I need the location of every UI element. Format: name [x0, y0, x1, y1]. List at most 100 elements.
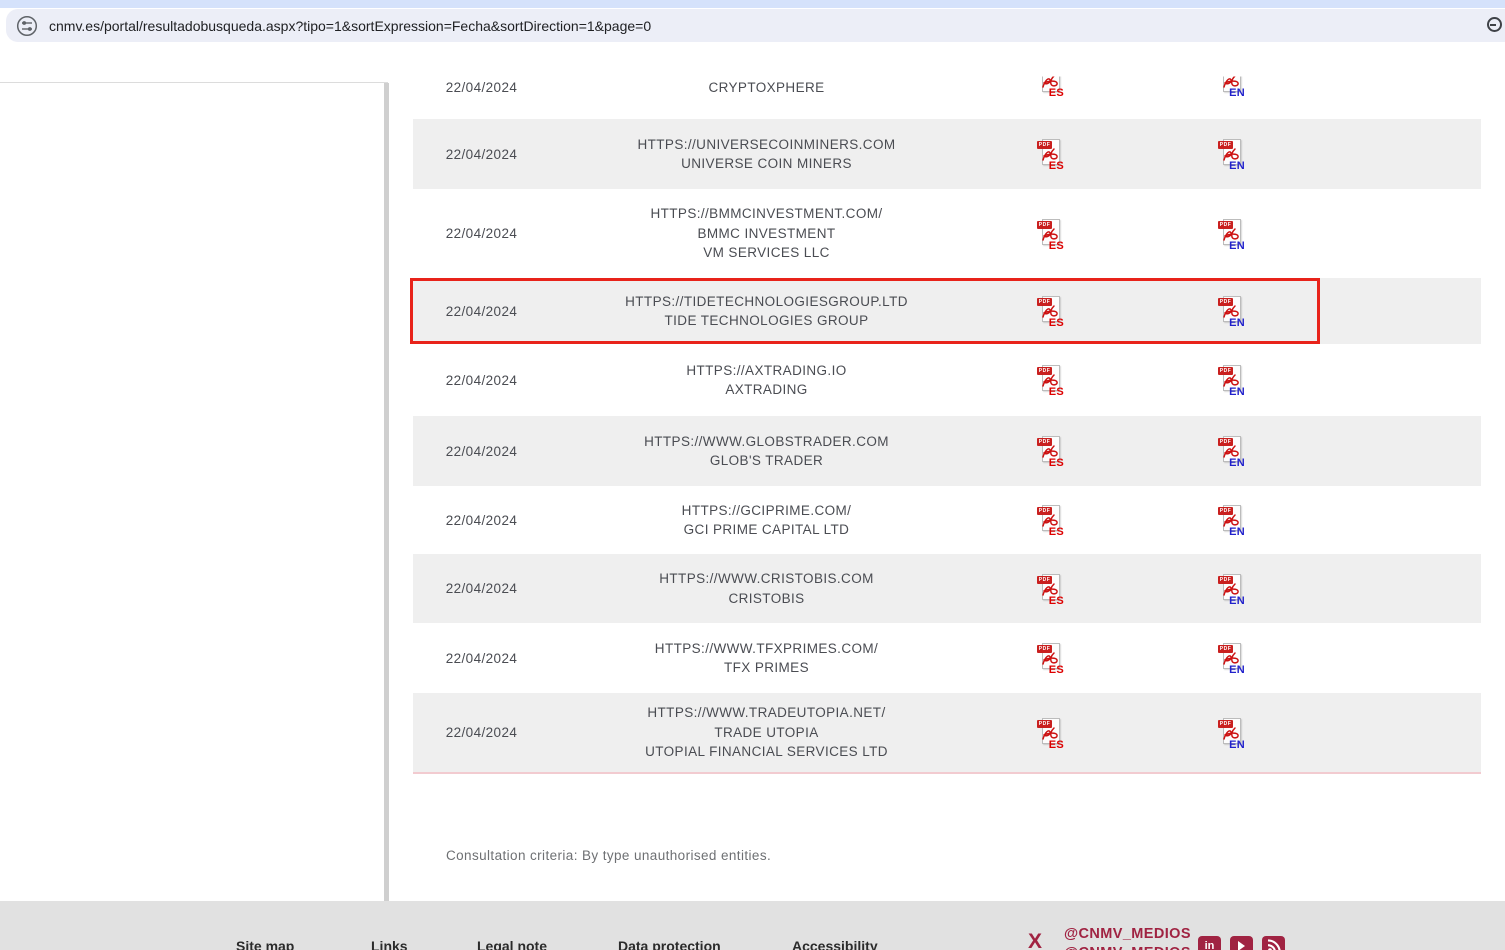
row-entity: HTTPS://TIDETECHNOLOGIESGROUP.LTDTIDE TE… — [550, 292, 983, 331]
table-row[interactable]: 22/04/2024HTTPS://AXTRADING.IOAXTRADINGP… — [413, 344, 1481, 416]
row-entity-line: HTTPS://WWW.GLOBSTRADER.COM — [550, 432, 983, 452]
row-pdf-es-cell: PDFES — [983, 502, 1117, 538]
table-row[interactable]: 22/04/2024HTTPS://WWW.CRISTOBIS.COMCRIST… — [413, 554, 1481, 623]
row-entity-line: TFX PRIMES — [550, 658, 983, 678]
site-settings-icon[interactable] — [16, 15, 38, 37]
row-date: 22/04/2024 — [413, 725, 550, 740]
footer-link-data-protection[interactable]: Data protection — [618, 938, 721, 950]
twitter-handle[interactable]: @CNMV_MEDIOS — [1064, 926, 1191, 942]
table-row[interactable]: 22/04/2024HTTPS://WWW.TFXPRIMES.COM/TFX … — [413, 623, 1481, 693]
pdf-lang-label: ES — [1049, 160, 1064, 172]
row-entity-line: CRISTOBIS — [550, 589, 983, 609]
sidebar-top-divider — [0, 82, 388, 83]
pdf-es-link[interactable]: PDFES — [1035, 216, 1065, 252]
row-entity-line: TRADE UTOPIA — [550, 723, 983, 743]
row-entity-line: HTTPS://GCIPRIME.COM/ — [550, 501, 983, 521]
row-entity-line: VM SERVICES LLC — [550, 243, 983, 263]
pdf-es-link[interactable]: PDF ES — [1035, 63, 1065, 99]
pdf-es-link[interactable]: PDFES — [1035, 571, 1065, 607]
pdf-badge: PDF — [1037, 68, 1052, 76]
row-pdf-es-cell: PDF ES — [983, 70, 1117, 106]
pdf-es-link[interactable]: PDFES — [1035, 433, 1065, 469]
pdf-lang-label: ES — [1049, 240, 1064, 252]
row-entity: HTTPS://WWW.TRADEUTOPIA.NET/TRADE UTOPIA… — [550, 703, 983, 762]
twitter-handle-secondary[interactable]: @CNMV_MEDIOS — [1064, 945, 1191, 950]
row-pdf-es-cell: PDFES — [983, 362, 1117, 398]
footer-link-accessibility[interactable]: Accessibility — [792, 938, 878, 950]
pdf-lang-label: EN — [1229, 386, 1245, 398]
pdf-lang-label: EN — [1229, 317, 1245, 329]
pdf-lang-label: EN — [1229, 739, 1245, 751]
row-date: 22/04/2024 — [413, 226, 550, 241]
pdf-en-link[interactable]: PDFEN — [1216, 136, 1246, 172]
pdf-lang-label: EN — [1229, 664, 1245, 676]
table-row[interactable]: 22/04/2024HTTPS://WWW.TRADEUTOPIA.NET/TR… — [413, 693, 1481, 772]
pdf-lang-label: EN — [1229, 160, 1245, 172]
pdf-es-link[interactable]: PDFES — [1035, 715, 1065, 751]
row-entity: HTTPS://WWW.GLOBSTRADER.COMGLOB'S TRADER — [550, 432, 983, 471]
pdf-es-link[interactable]: PDFES — [1035, 136, 1065, 172]
footer-link-legal-note[interactable]: Legal note — [477, 938, 547, 950]
table-row[interactable]: 22/04/2024HTTPS://UNIVERSECOINMINERS.COM… — [413, 119, 1481, 189]
pdf-lang-label: ES — [1049, 317, 1064, 329]
pdf-lang-label: ES — [1049, 526, 1064, 538]
row-date: 22/04/2024 — [413, 373, 550, 388]
pdf-en-link[interactable]: PDFEN — [1216, 216, 1246, 252]
row-pdf-es-cell: PDFES — [983, 433, 1117, 469]
pdf-en-link[interactable]: PDFEN — [1216, 571, 1246, 607]
row-pdf-en-cell: PDFEN — [1117, 216, 1345, 252]
row-date: 22/04/2024 — [413, 147, 550, 162]
pdf-en-link[interactable]: PDF EN — [1216, 63, 1246, 99]
linkedin-icon[interactable]: in — [1198, 936, 1221, 950]
pdf-en-link[interactable]: PDFEN — [1216, 502, 1246, 538]
row-pdf-en-cell: PDFEN — [1117, 715, 1345, 751]
pdf-en-link[interactable]: PDFEN — [1216, 433, 1246, 469]
address-bar[interactable]: cnmv.es/portal/resultadobusqueda.aspx?ti… — [6, 9, 1505, 42]
pdf-lang-label: ES — [1049, 595, 1064, 607]
pdf-lang-label: ES — [1049, 87, 1064, 99]
row-pdf-es-cell: PDFES — [983, 136, 1117, 172]
pdf-badge: PDF — [1218, 68, 1233, 76]
pdf-lang-label: EN — [1229, 240, 1245, 252]
row-pdf-en-cell: PDFEN — [1117, 293, 1345, 329]
row-entity-line: HTTPS://WWW.TFXPRIMES.COM/ — [550, 639, 983, 659]
row-pdf-es-cell: PDFES — [983, 715, 1117, 751]
row-pdf-es-cell: PDFES — [983, 571, 1117, 607]
pdf-en-link[interactable]: PDFEN — [1216, 293, 1246, 329]
address-bar-right-icon[interactable] — [1487, 17, 1502, 32]
pdf-lang-label: EN — [1229, 87, 1245, 99]
table-row[interactable]: 22/04/2024HTTPS://GCIPRIME.COM/GCI PRIME… — [413, 486, 1481, 554]
row-entity-line: UTOPIAL FINANCIAL SERVICES LTD — [550, 742, 983, 762]
table-row[interactable]: 22/04/2024HTTPS://BMMCINVESTMENT.COM/BMM… — [413, 189, 1481, 278]
row-date: 22/04/2024 — [413, 513, 550, 528]
row-entity: HTTPS://BMMCINVESTMENT.COM/BMMC INVESTME… — [550, 204, 983, 263]
table-row[interactable]: 22/04/2024CRYPTOXPHEREPDFESPDFEN — [413, 56, 1481, 119]
pdf-es-link[interactable]: PDFES — [1035, 502, 1065, 538]
row-entity-line: HTTPS://WWW.CRISTOBIS.COM — [550, 569, 983, 589]
row-entity-line: AXTRADING — [550, 380, 983, 400]
rss-icon[interactable] — [1262, 936, 1285, 950]
table-row[interactable]: 22/04/2024HTTPS://TIDETECHNOLOGIESGROUP.… — [413, 278, 1481, 344]
pdf-es-link[interactable]: PDFES — [1035, 362, 1065, 398]
url-text[interactable]: cnmv.es/portal/resultadobusqueda.aspx?ti… — [49, 18, 651, 34]
row-entity-line: CRYPTOXPHERE — [550, 78, 983, 98]
row-entity-line: HTTPS://UNIVERSECOINMINERS.COM — [550, 135, 983, 155]
row-entity-line: BMMC INVESTMENT — [550, 224, 983, 244]
row-pdf-en-cell: PDFEN — [1117, 502, 1345, 538]
pdf-lang-label: EN — [1229, 526, 1245, 538]
x-twitter-icon[interactable]: X — [1028, 930, 1042, 950]
pdf-lang-label: EN — [1229, 457, 1245, 469]
table-row[interactable]: 22/04/2024HTTPS://WWW.GLOBSTRADER.COMGLO… — [413, 416, 1481, 486]
sidebar-scrollbar[interactable] — [384, 83, 389, 902]
pdf-es-link[interactable]: PDFES — [1035, 640, 1065, 676]
pdf-en-link[interactable]: PDFEN — [1216, 715, 1246, 751]
footer-link-links[interactable]: Links — [371, 938, 408, 950]
footer-link-site-map[interactable]: Site map — [236, 938, 294, 950]
pdf-en-link[interactable]: PDFEN — [1216, 640, 1246, 676]
youtube-icon[interactable] — [1230, 936, 1253, 950]
pdf-en-link[interactable]: PDFEN — [1216, 362, 1246, 398]
pdf-lang-label: EN — [1229, 595, 1245, 607]
row-date: 22/04/2024 — [413, 651, 550, 666]
row-pdf-en-cell: PDF EN — [1117, 70, 1345, 106]
pdf-es-link[interactable]: PDFES — [1035, 293, 1065, 329]
